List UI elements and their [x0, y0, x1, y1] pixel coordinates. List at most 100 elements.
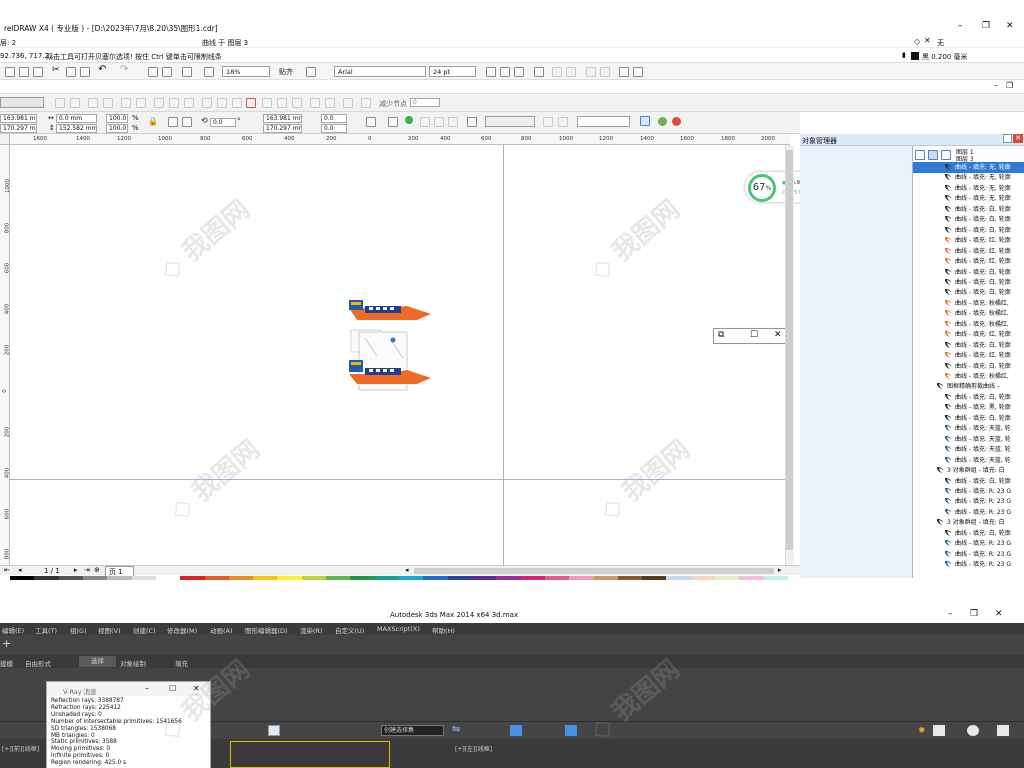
object-tree-item[interactable]: 曲线 - 填充: 白, 轮廓	[913, 476, 1024, 487]
style-dropdown[interactable]	[577, 116, 630, 127]
cusp-icon[interactable]	[154, 98, 164, 108]
max-ribbon-tab[interactable]: 建模	[0, 658, 13, 668]
scroll-right-button[interactable]: ▸	[778, 566, 782, 574]
object-tree-item[interactable]: 曲线 - 填充: 天蓝, 轮	[913, 434, 1024, 445]
mini-close-button[interactable]: ✕	[774, 330, 782, 340]
combine-icon[interactable]	[388, 117, 398, 127]
mirror-vertical-icon[interactable]	[182, 117, 192, 127]
symmetric-icon[interactable]	[184, 98, 194, 108]
bullet-icon[interactable]	[552, 67, 562, 77]
max-menu-item[interactable]: 创建(C)	[133, 625, 156, 635]
font-size-dropdown[interactable]: 24 pt	[429, 66, 476, 77]
underline-icon[interactable]	[514, 67, 524, 77]
object-tree-item[interactable]: 曲线 - 填充: R: 23 G	[913, 507, 1024, 518]
object-tree-item[interactable]: 曲线 - 填充: 红, 轮廓	[913, 235, 1024, 246]
y-position-field[interactable]: 152.582 mm	[56, 124, 97, 133]
to-front-icon[interactable]	[543, 117, 553, 127]
snap-label[interactable]: 贴齐	[279, 67, 293, 77]
dropcap-icon[interactable]	[566, 67, 576, 77]
object-tree-item[interactable]: 3 对象群组 - 填充: 白	[913, 465, 1024, 476]
text-format-icon[interactable]	[586, 67, 596, 77]
outline-width-dropdown[interactable]	[485, 116, 535, 127]
view-mode-icon[interactable]	[915, 150, 925, 160]
object-tree-item[interactable]: 曲线 - 填充: 白, 轮廓	[913, 361, 1024, 372]
delete-node-icon[interactable]	[70, 98, 80, 108]
intersect-icon[interactable]	[434, 117, 444, 127]
mirror-icon[interactable]: ⇋	[452, 724, 460, 735]
horizontal-text-icon[interactable]	[619, 67, 629, 77]
object-tree-item[interactable]: 曲线 - 填充: 红, 轮廓	[913, 350, 1024, 361]
width-field-1[interactable]: 163.981 mm	[0, 114, 37, 123]
x-position-field[interactable]: 0.0 mm	[56, 114, 97, 123]
first-page-button[interactable]: ⇤	[4, 566, 10, 574]
max-menu-item[interactable]: MAXScript(X)	[377, 625, 420, 633]
object-tree-item[interactable]: 3 对象群组 - 填充: 白	[913, 517, 1024, 528]
italic-icon[interactable]	[500, 67, 510, 77]
object-tree-item[interactable]: 曲线 - 填充: 无, 轮廓	[913, 183, 1024, 194]
edit-text-icon[interactable]	[600, 67, 610, 77]
next-page-button[interactable]: ▸	[74, 566, 78, 574]
object-tree-item[interactable]: 曲线 - 填充: 红, 轮廓	[913, 256, 1024, 267]
object-tree-item[interactable]: 曲线 - 填充: 秋橘红,	[913, 298, 1024, 309]
object-tree-item[interactable]: 曲线 - 填充: 白, 轮廓	[913, 287, 1024, 298]
minimize-button[interactable]: –	[958, 21, 963, 31]
zoom-dropdown[interactable]: 18%	[222, 66, 270, 77]
select-all-nodes-icon[interactable]	[361, 98, 371, 108]
height-field-1[interactable]: 170.297 mm	[0, 124, 37, 133]
object-tree-item[interactable]: 曲线 - 填充: 白, 轮廓	[913, 528, 1024, 539]
width-field-2[interactable]: 163.981 mm	[263, 114, 302, 123]
to-line-icon[interactable]	[121, 98, 131, 108]
vertical-scroll-thumb[interactable]	[786, 150, 793, 550]
mini-maximize-button[interactable]: ☐	[750, 330, 758, 340]
horizontal-scroll-thumb[interactable]	[414, 568, 774, 574]
horizontal-guideline[interactable]	[10, 479, 785, 480]
redo-icon[interactable]: ↷	[120, 64, 128, 75]
open-icon[interactable]	[5, 67, 15, 77]
object-tree[interactable]: 曲线 - 填充: 无, 轮廓 曲线 - 填充: 无, 轮廓 曲线 - 填充: 无, …	[913, 162, 1024, 570]
panel-restore-button[interactable]	[1003, 134, 1012, 143]
mini-restore-icon[interactable]: ⧉	[718, 330, 724, 340]
scale-y-field[interactable]: 100.0	[106, 124, 128, 133]
reduce-nodes-label[interactable]: 减少节点	[379, 99, 407, 109]
mirror-v-icon[interactable]	[325, 98, 335, 108]
scale-x-field[interactable]: 100.0	[106, 114, 128, 123]
add-node-icon[interactable]	[55, 98, 65, 108]
ruler-origin[interactable]	[0, 134, 10, 145]
close-curve-icon[interactable]	[246, 98, 256, 108]
undo-icon[interactable]: ↶	[98, 64, 106, 75]
object-tree-item[interactable]: 曲线 - 填充: 白, 轮廓	[913, 392, 1024, 403]
add-page-button[interactable]: ⊕	[94, 566, 100, 574]
object-tree-item[interactable]: 曲线 - 填充: 无, 轮廓	[913, 193, 1024, 204]
max-menu-item[interactable]: 修改器(M)	[167, 625, 197, 635]
vray-maximize-button[interactable]: ☐	[169, 684, 176, 693]
import-icon[interactable]	[148, 67, 158, 77]
selection-set-dropdown[interactable]: 创建选择集	[381, 725, 444, 736]
viewport-label-front[interactable]: [+][前][线框]	[2, 744, 39, 753]
viewport-label-left[interactable]: [+][左][线框]	[455, 744, 492, 753]
max-ribbon-tab[interactable]: 对象绘制	[120, 658, 146, 668]
save-icon[interactable]	[19, 67, 29, 77]
max-menu-item[interactable]: 动画(A)	[210, 625, 233, 635]
mirror-horizontal-icon[interactable]	[168, 117, 178, 127]
wrap-text-icon[interactable]	[366, 117, 376, 127]
rotation-field[interactable]: 0.0	[210, 118, 236, 127]
corner-radius-field-2[interactable]: 0.0	[321, 124, 347, 133]
height-field-2[interactable]: 170.297 mm	[263, 124, 302, 133]
font-dropdown[interactable]: Arial	[334, 66, 426, 77]
to-back-icon[interactable]	[558, 117, 568, 127]
layer-manager-icon[interactable]	[928, 150, 938, 160]
select-move-icon[interactable]	[268, 725, 280, 736]
mirror-h-icon[interactable]	[310, 98, 320, 108]
lock-ratio-icon[interactable]: 🔒	[148, 117, 158, 126]
elastic-icon[interactable]	[343, 98, 353, 108]
material-editor-icon[interactable]	[565, 725, 577, 736]
max-minimize-button[interactable]: –	[948, 609, 953, 619]
weld-icon[interactable]	[405, 116, 413, 124]
object-tree-item[interactable]: 曲线 - 填充: 白, 轮廓	[913, 214, 1024, 225]
curve-editor-icon[interactable]	[510, 725, 522, 736]
join-nodes-icon[interactable]	[88, 98, 98, 108]
edit-across-layers-icon[interactable]	[941, 150, 951, 160]
object-tree-item[interactable]: 曲线 - 填充: 红, 轮廓	[913, 329, 1024, 340]
launcher-icon[interactable]	[182, 67, 192, 77]
render-setup-icon[interactable]	[933, 725, 945, 736]
